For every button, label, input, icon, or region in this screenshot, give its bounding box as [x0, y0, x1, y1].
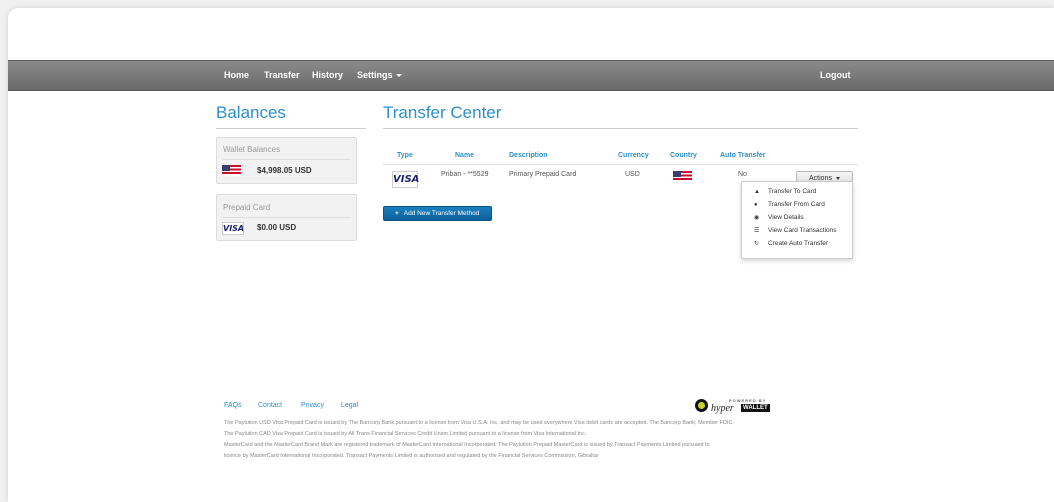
menu-item-label: Create Auto Transfer [768, 240, 828, 247]
nav-logout[interactable]: Logout [820, 70, 851, 80]
legal-text-line: The Paylution CAD Visa Prepaid Card is i… [224, 431, 587, 437]
us-flag-icon [673, 171, 692, 182]
us-flag-icon [222, 165, 241, 176]
wallet-balance-amount: $4,998.05 USD [257, 166, 312, 175]
menu-item-transfer-from-card[interactable]: ● Transfer From Card [742, 199, 852, 211]
top-navbar: Home Transfer History Settings Logout [8, 60, 1054, 91]
nav-transfer[interactable]: Transfer [264, 70, 300, 80]
user-icon: ● [754, 202, 758, 208]
upload-icon: ▲ [754, 189, 760, 195]
wallet-balances-title: Wallet Balances [223, 145, 281, 154]
balances-heading: Balances [216, 103, 286, 122]
hyperwallet-logo: POWERED BY hyper WALLET [695, 398, 770, 414]
prepaid-card-panel: Prepaid Card VISA $0.00 USD [216, 194, 357, 241]
column-header-currency: Currency [618, 152, 649, 159]
menu-item-label: Transfer To Card [768, 188, 817, 195]
menu-item-view-details[interactable]: ◉ View Details [742, 212, 852, 224]
add-transfer-method-button[interactable]: + Add New Transfer Method [383, 206, 492, 221]
footer-link-faqs[interactable]: FAQs [224, 402, 242, 409]
wallet-balances-panel: Wallet Balances $4,998.05 USD [216, 137, 357, 184]
chevron-down-icon [835, 176, 840, 180]
cell-auto-transfer: No [738, 171, 747, 178]
menu-item-view-card-transactions[interactable]: ☰ View Card Transactions [742, 225, 852, 237]
menu-item-label: View Details [768, 214, 804, 221]
eye-icon: ◉ [754, 215, 760, 221]
menu-item-label: Transfer From Card [768, 201, 825, 208]
cell-description: Primary Prepaid Card [509, 171, 577, 178]
actions-menu: ▲ Transfer To Card ● Transfer From Card … [741, 181, 853, 259]
divider [216, 128, 366, 129]
column-header-country: Country [670, 152, 697, 159]
chevron-down-icon [395, 74, 402, 78]
footer-link-contact[interactable]: Contact [258, 402, 282, 409]
visa-logo-icon: VISA [222, 222, 245, 235]
cell-currency: USD [625, 171, 640, 178]
divider [383, 128, 858, 129]
menu-item-transfer-to-card[interactable]: ▲ Transfer To Card [742, 186, 852, 198]
add-transfer-method-label: Add New Transfer Method [403, 210, 480, 217]
footer-link-privacy[interactable]: Privacy [301, 402, 324, 409]
nav-settings[interactable]: Settings [357, 70, 402, 80]
prepaid-balance-amount: $0.00 USD [257, 223, 297, 232]
menu-item-create-auto-transfer[interactable]: ↻ Create Auto Transfer [742, 238, 852, 250]
nav-settings-label: Settings [357, 70, 393, 80]
prepaid-card-title: Prepaid Card [223, 203, 271, 212]
divider [383, 164, 858, 165]
hyperwallet-badge-icon [695, 399, 708, 412]
nav-home[interactable]: Home [224, 70, 249, 80]
legal-text-line: The Paylution USD Visa Prepaid Card is i… [224, 420, 735, 426]
divider [223, 217, 351, 218]
legal-text-line: licence by MasterCard International Inco… [224, 453, 599, 459]
app-window: Home Transfer History Settings Logout Ba… [8, 8, 1054, 502]
legal-text-line: MasterCard and the MasterCard Brand Mark… [224, 442, 710, 448]
column-header-auto-transfer: Auto Transfer [720, 152, 766, 159]
plus-icon: + [395, 210, 399, 217]
brand-hyper-text: hyper [711, 403, 734, 414]
powered-by-text: POWERED BY [729, 398, 767, 403]
list-icon: ☰ [754, 228, 760, 234]
column-header-description: Description [509, 152, 548, 159]
transfer-center-heading: Transfer Center [383, 103, 502, 122]
footer-link-legal[interactable]: Legal [341, 402, 358, 409]
cell-name: Priban - **5529 [441, 171, 489, 178]
nav-history[interactable]: History [312, 70, 343, 80]
visa-logo-icon: VISA [392, 171, 419, 188]
refresh-icon: ↻ [754, 241, 760, 247]
column-header-type: Type [397, 152, 413, 159]
divider [223, 159, 351, 160]
brand-wallet-text: WALLET [741, 404, 770, 412]
menu-item-label: View Card Transactions [768, 227, 837, 234]
column-header-name: Name [455, 152, 475, 159]
